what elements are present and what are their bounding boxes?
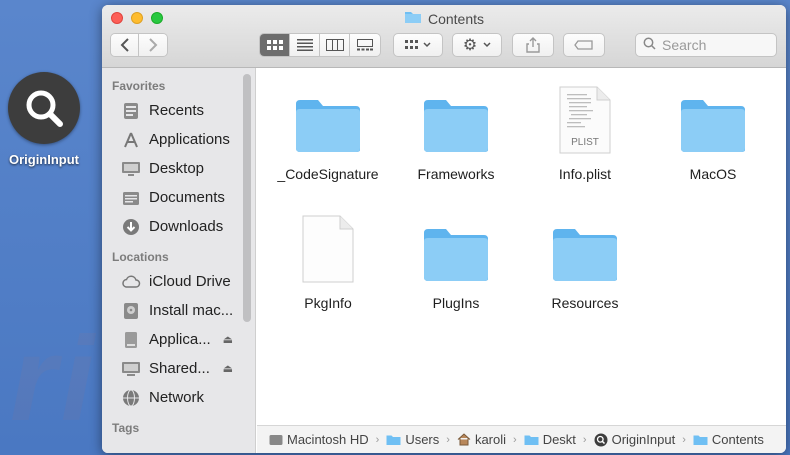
desktop-app-icon[interactable]: OriginInput: [0, 72, 88, 167]
sidebar-item-network[interactable]: Network: [102, 383, 255, 412]
file-item[interactable]: PLIST Info.plist: [521, 82, 649, 182]
eject-icon[interactable]: ⏏: [223, 333, 233, 346]
cloud-icon: [121, 272, 141, 292]
action-button[interactable]: ⚙: [452, 33, 502, 57]
window-title: Contents: [102, 10, 786, 27]
path-item[interactable]: karoli: [457, 432, 506, 447]
file-item[interactable]: Resources: [521, 211, 649, 311]
path-bar: Macintosh HD › Users › karoli › Deskt › …: [257, 425, 786, 453]
sidebar-item-downloads[interactable]: Downloads: [102, 212, 255, 241]
file-browser: _CodeSignature Frameworks PLIST Info.pli…: [257, 68, 786, 425]
desktop-app-label: OriginInput: [8, 152, 80, 167]
share-icon: [526, 37, 540, 53]
magnifier-icon: [8, 72, 80, 144]
path-item[interactable]: Macintosh HD: [269, 432, 369, 447]
sidebar-item-applications[interactable]: Applications: [102, 125, 255, 154]
path-item[interactable]: OriginInput: [594, 432, 675, 447]
search-placeholder: Search: [662, 37, 707, 53]
hd-icon: [269, 434, 283, 445]
share-button[interactable]: [512, 33, 554, 57]
tag-button[interactable]: [563, 33, 605, 57]
plist-file-icon: PLIST: [521, 82, 649, 154]
desktop-icon: [121, 159, 141, 179]
display-icon: [121, 359, 141, 379]
icon-view-button[interactable]: [260, 34, 290, 56]
sidebar-item-recents[interactable]: Recents: [102, 96, 255, 125]
home-icon: [457, 433, 471, 446]
sidebar-item-shared[interactable]: Shared... ⏏: [102, 354, 255, 383]
folder-icon: [386, 435, 401, 445]
sidebar-item-icloud-drive[interactable]: iCloud Drive: [102, 267, 255, 296]
eject-icon[interactable]: ⏏: [223, 362, 233, 375]
column-view-button[interactable]: [320, 34, 350, 56]
titlebar: Contents ⚙ Search: [102, 5, 786, 68]
chevron-right-icon: ›: [446, 433, 450, 446]
back-button[interactable]: [111, 34, 139, 56]
folder-icon: [649, 82, 777, 154]
back-forward-group: [110, 33, 168, 57]
locations-heading: Locations: [112, 250, 169, 264]
tag-icon: [574, 40, 593, 50]
plist-badge: PLIST: [571, 137, 599, 148]
disk-icon: [121, 301, 141, 321]
folder-icon: [521, 211, 649, 283]
chevron-right-icon: ›: [513, 433, 517, 446]
group-by-button[interactable]: [393, 33, 443, 57]
path-item[interactable]: Users: [386, 432, 439, 447]
folder-icon: [392, 211, 520, 283]
chevron-right-icon: ›: [682, 433, 686, 446]
applications-icon: [121, 130, 141, 150]
list-view-button[interactable]: [290, 34, 320, 56]
forward-button[interactable]: [139, 34, 167, 56]
path-item[interactable]: Contents: [693, 432, 764, 447]
favorites-heading: Favorites: [112, 79, 166, 93]
globe-icon: [121, 388, 141, 408]
sidebar-item-applica[interactable]: Applica... ⏏: [102, 325, 255, 354]
document-icon: [121, 188, 141, 208]
search-icon: [643, 37, 656, 53]
folder-icon: [264, 82, 392, 154]
finder-window: Contents ⚙ Search Favorites Recents Appl…: [102, 5, 786, 453]
file-item[interactable]: Frameworks: [392, 82, 520, 182]
file-item[interactable]: MacOS: [649, 82, 777, 182]
folder-icon: [392, 82, 520, 154]
sidebar: Favorites Recents Applications Desktop D…: [102, 68, 256, 453]
tags-heading: Tags: [112, 421, 140, 435]
view-mode-group: [259, 33, 381, 57]
download-icon: [121, 217, 141, 237]
folder-icon: [693, 435, 708, 445]
folder-icon: [524, 435, 539, 445]
path-item[interactable]: Deskt: [524, 432, 576, 447]
clock-icon: [121, 101, 141, 121]
folder-icon: [404, 10, 422, 27]
chevron-right-icon: ›: [375, 433, 380, 446]
file-item[interactable]: _CodeSignature: [264, 82, 392, 182]
drive-icon: [121, 330, 141, 350]
sidebar-item-desktop[interactable]: Desktop: [102, 154, 255, 183]
file-item[interactable]: PkgInfo: [264, 211, 392, 311]
search-field[interactable]: Search: [635, 33, 777, 57]
sidebar-scrollbar[interactable]: [243, 74, 251, 322]
blank-file-icon: [264, 211, 392, 283]
sidebar-item-install-mac[interactable]: Install mac...: [102, 296, 255, 325]
app-icon: [594, 433, 608, 446]
file-item[interactable]: PlugIns: [392, 211, 520, 311]
gallery-view-button[interactable]: [350, 34, 380, 56]
chevron-right-icon: ›: [582, 433, 587, 446]
sidebar-item-documents[interactable]: Documents: [102, 183, 255, 212]
gear-icon: ⚙: [462, 37, 478, 54]
